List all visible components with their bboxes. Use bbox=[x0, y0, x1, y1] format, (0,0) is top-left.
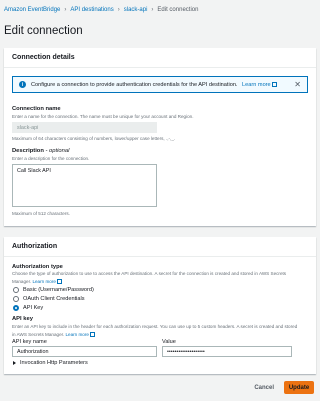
external-link-icon bbox=[271, 81, 277, 87]
info-alert: i Configure a connection to provide auth… bbox=[12, 76, 308, 93]
invocation-http-parameters-expander[interactable]: Invocation Http Parameters bbox=[13, 360, 88, 366]
cancel-button[interactable]: Cancel bbox=[254, 385, 274, 391]
description-textarea[interactable]: Call Slack API bbox=[12, 164, 157, 207]
radio-button[interactable] bbox=[13, 287, 19, 293]
description-label: Description - optional bbox=[12, 148, 69, 154]
alert-learn-more-label: Learn more bbox=[242, 82, 271, 88]
api-key-learn-more-label: Learn more bbox=[65, 332, 89, 337]
breadcrumb: Amazon EventBridge › API destinations › … bbox=[4, 5, 198, 15]
authorization-type-label: Authorization type bbox=[12, 264, 63, 270]
description-constraint: Maximum of 512 characters. bbox=[12, 211, 70, 216]
api-key-learn-more-link[interactable]: Learn more bbox=[65, 331, 95, 337]
chevron-right-icon: › bbox=[117, 7, 120, 13]
info-icon: i bbox=[19, 81, 26, 88]
radio-button-checked[interactable] bbox=[13, 305, 19, 311]
api-key-name-input[interactable] bbox=[12, 346, 157, 357]
breadcrumb-api-destinations[interactable]: API destinations bbox=[70, 7, 113, 13]
alert-message: Configure a connection to provide authen… bbox=[31, 82, 238, 88]
api-key-desc-text: in AWS Secrets Manager. bbox=[12, 332, 65, 337]
radio-button[interactable] bbox=[13, 296, 19, 302]
connection-name-constraint: Maximum of 64 characters consisting of n… bbox=[12, 136, 176, 141]
authorization-header: Authorization bbox=[4, 237, 316, 257]
external-link-icon bbox=[56, 278, 62, 284]
chevron-right-icon: › bbox=[64, 7, 67, 13]
api-key-description-line1: Enter an API key to include in the heade… bbox=[12, 324, 298, 329]
connection-details-panel: Connection details i Configure a connect… bbox=[4, 48, 316, 226]
page-title: Edit connection bbox=[4, 25, 83, 37]
api-key-name-label: API key name bbox=[12, 339, 47, 345]
authorization-type-desc-text: Manager. bbox=[12, 279, 32, 284]
form-footer: Cancel Update bbox=[254, 381, 314, 394]
alert-text: Configure a connection to provide authen… bbox=[31, 81, 277, 88]
breadcrumb-slack-api[interactable]: slack-api bbox=[124, 7, 148, 13]
radio-api-key-label: API Key bbox=[23, 305, 44, 311]
close-icon[interactable]: ✕ bbox=[294, 81, 301, 89]
description-optional-text: - optional bbox=[45, 148, 70, 154]
api-key-label: API key bbox=[12, 316, 33, 322]
connection-details-header: Connection details bbox=[4, 48, 316, 68]
authorization-learn-more-link[interactable]: Learn more bbox=[32, 278, 62, 284]
radio-basic[interactable]: Basic (Username/Password) bbox=[13, 287, 94, 293]
authorization-panel: Authorization Authorization type Choose … bbox=[4, 237, 316, 374]
description-label-text: Description bbox=[12, 148, 44, 154]
radio-oauth[interactable]: OAuth Client Credentials bbox=[13, 296, 85, 302]
api-key-value-input[interactable] bbox=[162, 346, 292, 357]
radio-api-key[interactable]: API Key bbox=[13, 305, 43, 311]
breadcrumb-eventbridge[interactable]: Amazon EventBridge bbox=[4, 7, 60, 13]
authorization-learn-more-label: Learn more bbox=[32, 279, 56, 284]
connection-name-label: Connection name bbox=[12, 106, 61, 112]
connection-name-description: Enter a name for the connection. The nam… bbox=[12, 114, 194, 119]
authorization-type-description-line2: Manager. Learn more bbox=[12, 278, 62, 284]
expander-label: Invocation Http Parameters bbox=[20, 360, 88, 366]
alert-learn-more-link[interactable]: Learn more bbox=[242, 81, 277, 88]
radio-basic-label: Basic (Username/Password) bbox=[23, 287, 94, 293]
authorization-type-description-line1: Choose the type of authorization to use … bbox=[12, 271, 287, 276]
radio-oauth-label: OAuth Client Credentials bbox=[23, 296, 85, 302]
edit-connection-page: Amazon EventBridge › API destinations › … bbox=[0, 0, 320, 401]
chevron-right-icon: › bbox=[151, 7, 154, 13]
connection-name-input[interactable] bbox=[12, 122, 157, 133]
description-helper: Enter a description for the connection. bbox=[12, 156, 90, 161]
caret-right-icon bbox=[13, 361, 16, 365]
external-link-icon bbox=[89, 331, 95, 337]
update-button[interactable]: Update bbox=[284, 381, 314, 394]
breadcrumb-current: Edit connection bbox=[157, 7, 199, 13]
api-key-description-line2: in AWS Secrets Manager. Learn more bbox=[12, 331, 95, 337]
value-label: Value bbox=[162, 339, 176, 345]
